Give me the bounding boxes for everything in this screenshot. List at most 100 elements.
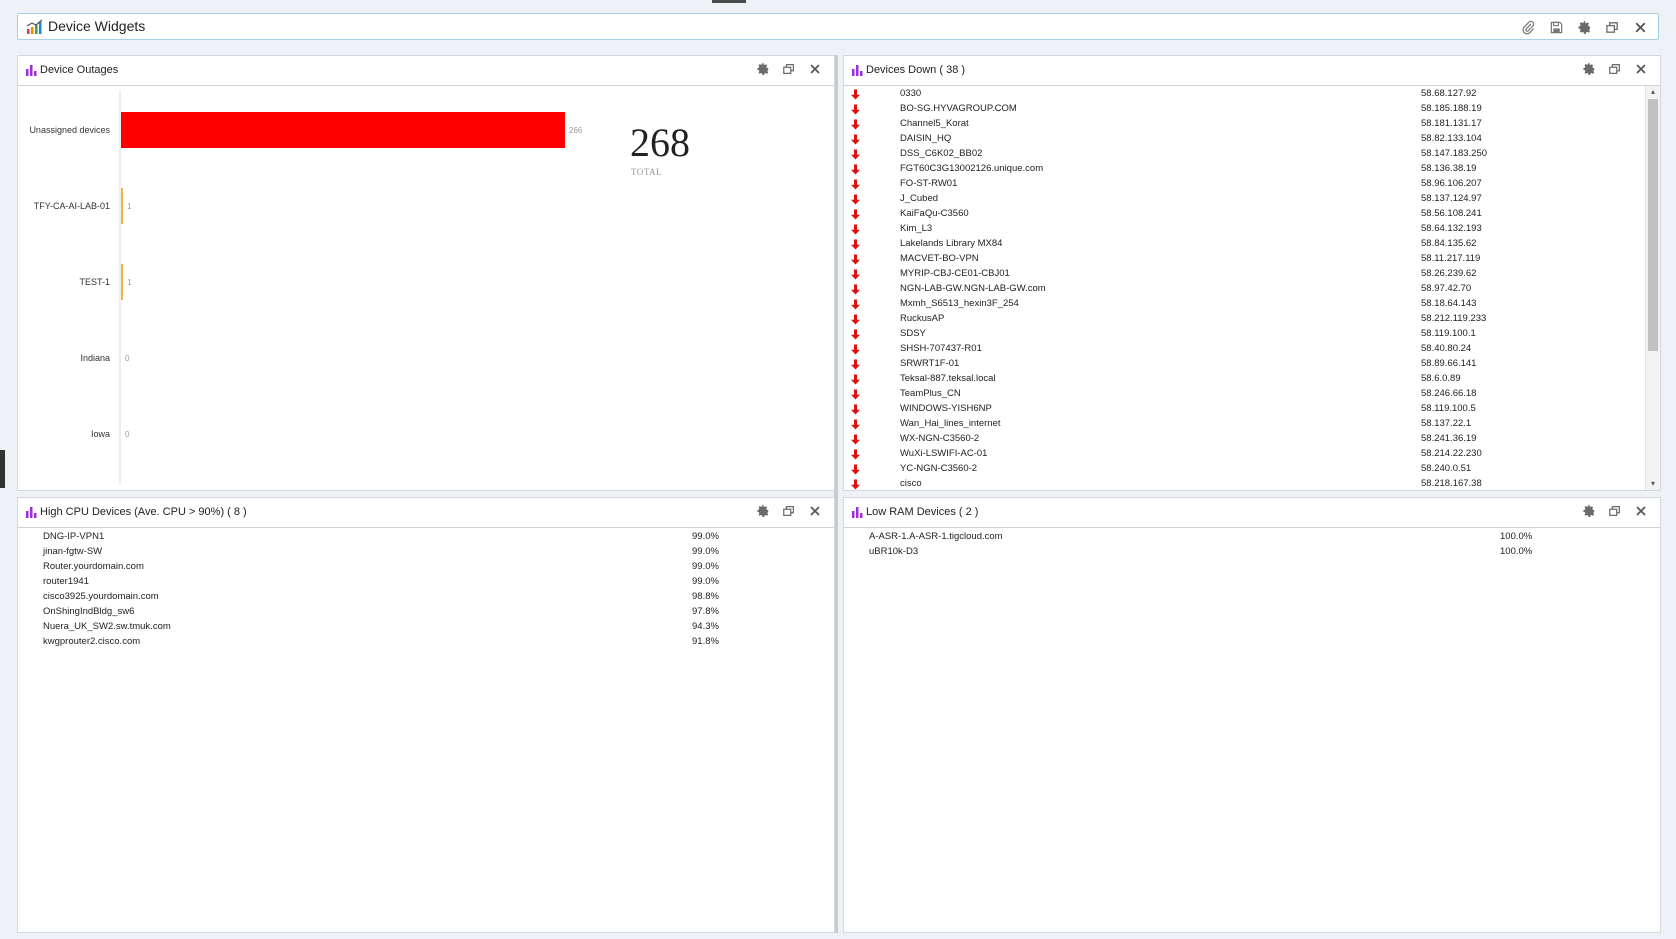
list-item[interactable]: cisco 58.218.167.38 <box>844 477 1646 490</box>
close-icon[interactable] <box>807 503 823 519</box>
list-item[interactable]: MYRIP-CBJ-CE01-CBJ01 58.26.239.62 <box>844 267 1646 282</box>
device-name[interactable]: A-ASR-1.A-ASR-1.tigcloud.com <box>869 531 1003 542</box>
list-item[interactable]: SDSY 58.119.100.1 <box>844 327 1646 342</box>
list-item[interactable]: Channel5_Korat 58.181.131.17 <box>844 117 1646 132</box>
list-item[interactable]: RuckusAP 58.212.119.233 <box>844 312 1646 327</box>
device-name[interactable]: RuckusAP <box>900 313 944 324</box>
device-name[interactable]: Wan_Hai_lines_internet <box>900 418 1001 429</box>
device-name[interactable]: WINDOWS-YISH6NP <box>900 403 992 414</box>
device-name[interactable]: Teksal-887.teksal.local <box>900 373 996 384</box>
device-name[interactable]: MYRIP-CBJ-CE01-CBJ01 <box>900 268 1010 279</box>
device-name[interactable]: SDSY <box>900 328 926 339</box>
device-name[interactable]: J_Cubed <box>900 193 938 204</box>
list-item[interactable]: kwgprouter2.cisco.com 91.8% <box>18 635 834 650</box>
list-item[interactable]: Router.yourdomain.com 99.0% <box>18 560 834 575</box>
gear-icon[interactable] <box>1576 19 1592 35</box>
list-item[interactable]: Teksal-887.teksal.local 58.6.0.89 <box>844 372 1646 387</box>
scrollbar[interactable]: ▴ ▾ <box>1645 86 1660 490</box>
list-item[interactable]: Wan_Hai_lines_internet 58.137.22.1 <box>844 417 1646 432</box>
list-item[interactable]: MACVET-BO-VPN 58.11.217.119 <box>844 252 1646 267</box>
restore-window-icon[interactable] <box>781 503 797 519</box>
device-name[interactable]: Router.yourdomain.com <box>43 561 144 572</box>
device-name[interactable]: 0330 <box>900 88 921 99</box>
gear-icon[interactable] <box>1581 503 1597 519</box>
device-name[interactable]: YC-NGN-C3560-2 <box>900 463 977 474</box>
device-name[interactable]: Mxmh_S6513_hexin3F_254 <box>900 298 1019 309</box>
list-item[interactable]: cisco3925.yourdomain.com 98.8% <box>18 590 834 605</box>
list-item[interactable]: DNG-IP-VPN1 99.0% <box>18 530 834 545</box>
list-item[interactable]: jinan-fgtw-SW 99.0% <box>18 545 834 560</box>
chart-bar[interactable] <box>121 112 565 148</box>
device-name[interactable]: DAISIN_HQ <box>900 133 951 144</box>
list-item[interactable]: KaiFaQu-C3560 58.56.108.241 <box>844 207 1646 222</box>
list-item[interactable]: BO-SG.HYVAGROUP.COM 58.185.188.19 <box>844 102 1646 117</box>
close-icon[interactable] <box>1632 19 1648 35</box>
device-name[interactable]: WuXi-LSWIFI-AC-01 <box>900 448 987 459</box>
device-name[interactable]: OnShingIndBldg_sw6 <box>43 606 134 617</box>
device-name[interactable]: Channel5_Korat <box>900 118 969 129</box>
list-item[interactable]: Kim_L3 58.64.132.193 <box>844 222 1646 237</box>
close-icon[interactable] <box>1633 61 1649 77</box>
list-item[interactable]: uBR10k-D3 100.0% <box>844 545 1660 560</box>
list-item[interactable]: router1941 99.0% <box>18 575 834 590</box>
device-name[interactable]: FO-ST-RW01 <box>900 178 957 189</box>
list-item[interactable]: YC-NGN-C3560-2 58.240.0.51 <box>844 462 1646 477</box>
gear-icon[interactable] <box>1581 61 1597 77</box>
scroll-thumb[interactable] <box>1648 99 1658 351</box>
list-item[interactable]: DSS_C6K02_BB02 58.147.183.250 <box>844 147 1646 162</box>
device-name[interactable]: Lakelands Library MX84 <box>900 238 1002 249</box>
device-name[interactable]: uBR10k-D3 <box>869 546 918 557</box>
chart-bar[interactable] <box>121 264 123 300</box>
list-item[interactable]: NGN-LAB-GW.NGN-LAB-GW.com 58.97.42.70 <box>844 282 1646 297</box>
restore-window-icon[interactable] <box>1607 503 1623 519</box>
device-name[interactable]: NGN-LAB-GW.NGN-LAB-GW.com <box>900 283 1046 294</box>
device-name[interactable]: WX-NGN-C3560-2 <box>900 433 979 444</box>
paperclip-icon[interactable] <box>1520 19 1536 35</box>
scroll-up-icon[interactable]: ▴ <box>1648 87 1658 97</box>
device-name[interactable]: Nuera_UK_SW2.sw.tmuk.com <box>43 621 171 632</box>
device-name[interactable]: MACVET-BO-VPN <box>900 253 979 264</box>
restore-window-icon[interactable] <box>1607 61 1623 77</box>
device-name[interactable]: DNG-IP-VPN1 <box>43 531 104 542</box>
chart-bar[interactable] <box>121 188 123 224</box>
device-name[interactable]: cisco <box>900 478 922 489</box>
sidebar-collapse-handle[interactable] <box>0 450 5 488</box>
list-item[interactable]: FO-ST-RW01 58.96.106.207 <box>844 177 1646 192</box>
device-name[interactable]: jinan-fgtw-SW <box>43 546 102 557</box>
list-item[interactable]: Lakelands Library MX84 58.84.135.62 <box>844 237 1646 252</box>
restore-window-icon[interactable] <box>1604 19 1620 35</box>
device-name[interactable]: kwgprouter2.cisco.com <box>43 636 140 647</box>
close-icon[interactable] <box>1633 503 1649 519</box>
scroll-down-icon[interactable]: ▾ <box>1648 479 1658 489</box>
device-name[interactable]: SHSH-707437-R01 <box>900 343 982 354</box>
list-item[interactable]: TeamPlus_CN 58.246.66.18 <box>844 387 1646 402</box>
list-item[interactable]: Mxmh_S6513_hexin3F_254 58.18.64.143 <box>844 297 1646 312</box>
device-name[interactable]: cisco3925.yourdomain.com <box>43 591 159 602</box>
list-item[interactable]: WX-NGN-C3560-2 58.241.36.19 <box>844 432 1646 447</box>
device-name[interactable]: router1941 <box>43 576 89 587</box>
device-name[interactable]: BO-SG.HYVAGROUP.COM <box>900 103 1017 114</box>
device-name[interactable]: SRWRT1F-01 <box>900 358 959 369</box>
close-icon[interactable] <box>807 61 823 77</box>
floppy-icon[interactable] <box>1548 19 1564 35</box>
list-item[interactable]: J_Cubed 58.137.124.97 <box>844 192 1646 207</box>
device-name[interactable]: KaiFaQu-C3560 <box>900 208 969 219</box>
list-item[interactable]: FGT60C3G13002126.unique.com 58.136.38.19 <box>844 162 1646 177</box>
list-item[interactable]: 0330 58.68.127.92 <box>844 87 1646 102</box>
list-item[interactable]: DAISIN_HQ 58.82.133.104 <box>844 132 1646 147</box>
device-name[interactable]: TeamPlus_CN <box>900 388 961 399</box>
device-name[interactable]: Kim_L3 <box>900 223 932 234</box>
device-name[interactable]: FGT60C3G13002126.unique.com <box>900 163 1043 174</box>
restore-window-icon[interactable] <box>781 61 797 77</box>
list-item[interactable]: WINDOWS-YISH6NP 58.119.100.5 <box>844 402 1646 417</box>
list-item[interactable]: SHSH-707437-R01 58.40.80.24 <box>844 342 1646 357</box>
gear-icon[interactable] <box>755 503 771 519</box>
list-item[interactable]: OnShingIndBldg_sw6 97.8% <box>18 605 834 620</box>
device-name[interactable]: DSS_C6K02_BB02 <box>900 148 982 159</box>
gear-icon[interactable] <box>755 61 771 77</box>
list-item[interactable]: Nuera_UK_SW2.sw.tmuk.com 94.3% <box>18 620 834 635</box>
list-item[interactable]: WuXi-LSWIFI-AC-01 58.214.22.230 <box>844 447 1646 462</box>
down-arrow-icon <box>850 344 861 355</box>
list-item[interactable]: SRWRT1F-01 58.89.66.141 <box>844 357 1646 372</box>
list-item[interactable]: A-ASR-1.A-ASR-1.tigcloud.com 100.0% <box>844 530 1660 545</box>
